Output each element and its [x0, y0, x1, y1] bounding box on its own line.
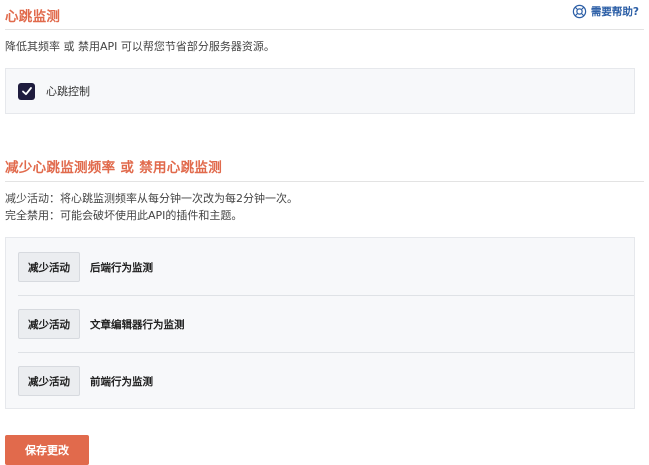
reduce-title: 减少心跳监测频率 或 禁用心跳监测 — [5, 160, 222, 176]
editor-behaviour-row: 减少活动 文章编辑器行为监测 — [18, 303, 634, 345]
help-link[interactable]: 需要帮助? — [572, 4, 639, 19]
reduce-desc-line2: 完全禁用：可能会破坏使用此API的插件和主题。 — [5, 209, 243, 222]
backend-behaviour-row: 减少活动 后端行为监测 — [18, 246, 634, 288]
heartbeat-control-label[interactable]: 心跳控制 — [46, 83, 90, 99]
heartbeat-description: 降低其频率 或 禁用API 可以帮您节省部分服务器资源。 — [5, 40, 275, 53]
heartbeat-control-panel: 心跳控制 — [5, 68, 635, 114]
heartbeat-control-checkbox[interactable] — [18, 82, 35, 100]
save-button[interactable]: 保存更改 — [5, 435, 89, 465]
divider — [5, 29, 644, 30]
heartbeat-title: 心跳监测 — [5, 9, 61, 25]
editor-reduce-button[interactable]: 减少活动 — [18, 309, 80, 339]
backend-behaviour-label: 后端行为监测 — [90, 261, 153, 274]
reduce-desc-line1: 减少活动：将心跳监测频率从每分钟一次改为每2分钟一次。 — [5, 192, 298, 205]
frontend-behaviour-label: 前端行为监测 — [90, 375, 153, 388]
help-label[interactable]: 需要帮助? — [591, 4, 639, 19]
frontend-reduce-button[interactable]: 减少活动 — [18, 366, 80, 396]
backend-reduce-button[interactable]: 减少活动 — [18, 252, 80, 282]
divider — [5, 181, 644, 182]
heartbeat-behaviour-panel: 减少活动 后端行为监测 减少活动 文章编辑器行为监测 减少活动 前端行为监测 — [5, 237, 635, 409]
editor-behaviour-label: 文章编辑器行为监测 — [90, 318, 185, 331]
lifebuoy-icon — [572, 4, 587, 19]
frontend-behaviour-row: 减少活动 前端行为监测 — [18, 360, 634, 402]
checkmark-icon — [21, 87, 32, 96]
row-divider — [18, 352, 634, 353]
row-divider — [18, 295, 634, 296]
